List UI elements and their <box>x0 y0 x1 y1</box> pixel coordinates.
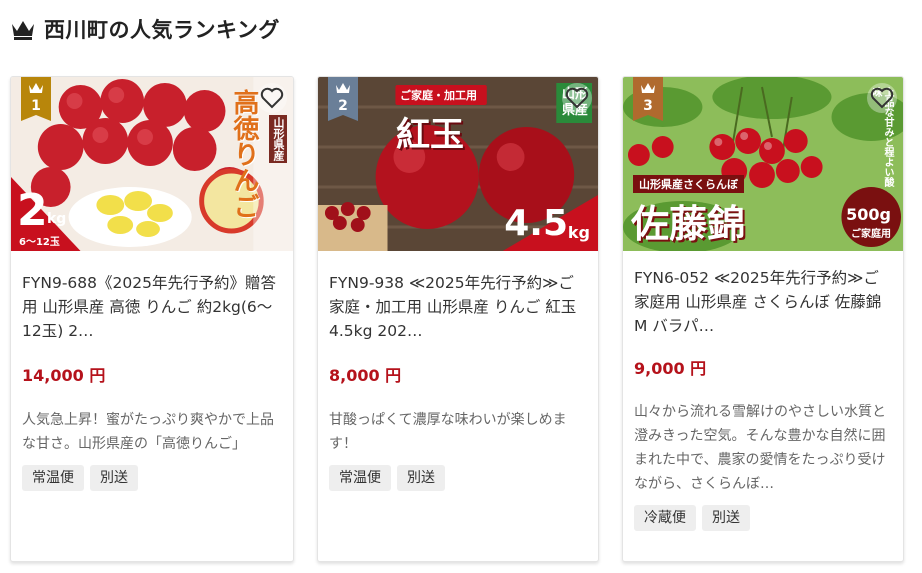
favorite-button[interactable] <box>257 83 287 113</box>
product-description: 山々から流れる雪解けのやさしい水質と澄みきった空気。そんな豊かな自然に囲まれた中… <box>634 404 886 492</box>
product-price: 8,000 円 <box>329 366 402 385</box>
product-description: 人気急上昇！蜜がたっぷり爽やかで上品な甘さ。山形県産の「高徳りんご」 <box>22 412 274 452</box>
image-title: 佐藤錦 <box>631 201 746 246</box>
tag-shipping-type: 冷蔵便 <box>634 505 696 531</box>
heart-icon <box>565 87 589 109</box>
favorite-button[interactable] <box>867 83 897 113</box>
product-image[interactable]: 2 ご家庭・加工用 紅玉 山形県産 4.5 kg <box>318 77 598 251</box>
product-image[interactable]: 1 高徳りんご 山形県産 2 kg 6〜12玉 <box>11 77 293 251</box>
tag-delivery: 別送 <box>397 465 445 491</box>
image-weight: 500g <box>846 205 891 224</box>
image-side-label: 山形県産 <box>269 115 287 163</box>
image-banner: ご家庭・加工用 <box>400 89 477 102</box>
ranking-card-3[interactable]: 3 山形県産さくらんぼ 佐藤錦 上品な甘みと程よい酸味 500g ご家庭用 FY… <box>622 76 904 562</box>
shipping-tags: 冷蔵便 別送 <box>634 505 891 531</box>
image-title: 高徳りんご <box>229 89 259 219</box>
rank-badge: 1 <box>21 77 51 121</box>
image-weight-unit: kg <box>567 223 590 242</box>
product-title[interactable]: FYN9-688《2025年先行予約》贈答用 山形県産 高徳 りんご 約2kg(… <box>22 271 281 343</box>
crown-icon <box>12 21 34 40</box>
page-title: 西川町の人気ランキング <box>44 18 280 42</box>
heart-icon <box>260 87 284 109</box>
product-title[interactable]: FYN6-052 ≪2025年先行予約≫ご家庭用 山形県産 さくらんぼ 佐藤錦 … <box>634 266 891 338</box>
product-price: 14,000 円 <box>22 366 106 385</box>
ranking-header: 西川町の人気ランキング <box>10 14 280 44</box>
shipping-tags: 常温便 別送 <box>329 465 586 491</box>
crown-icon <box>641 83 655 93</box>
tag-shipping-type: 常温便 <box>329 465 391 491</box>
image-title: 紅玉 <box>396 115 464 155</box>
tag-delivery: 別送 <box>702 505 750 531</box>
image-subtitle: 山形県産さくらんぼ <box>633 175 744 193</box>
product-description: 甘酸っぱくて濃厚な味わいが楽しめます！ <box>329 412 567 452</box>
product-price: 9,000 円 <box>634 359 707 378</box>
image-weight: 4.5 <box>504 203 568 244</box>
rank-badge: 3 <box>633 77 663 121</box>
crown-icon <box>336 83 350 93</box>
tag-shipping-type: 常温便 <box>22 465 84 491</box>
ranking-card-2[interactable]: 2 ご家庭・加工用 紅玉 山形県産 4.5 kg FYN9-938 ≪2025年… <box>317 76 599 562</box>
image-use: ご家庭用 <box>851 229 891 240</box>
crown-icon <box>29 83 43 93</box>
rank-badge: 2 <box>328 77 358 121</box>
heart-icon <box>870 87 894 109</box>
ranking-card-1[interactable]: 1 高徳りんご 山形県産 2 kg 6〜12玉 FYN9-688《2025年先行… <box>10 76 294 562</box>
image-weight-unit: kg <box>47 211 67 227</box>
image-count-range: 6〜12玉 <box>19 237 60 248</box>
image-weight: 2 <box>17 185 48 236</box>
ranking-list: 1 高徳りんご 山形県産 2 kg 6〜12玉 FYN9-688《2025年先行… <box>10 76 904 562</box>
shipping-tags: 常温便 別送 <box>22 465 281 491</box>
favorite-button[interactable] <box>562 83 592 113</box>
product-title[interactable]: FYN9-938 ≪2025年先行予約≫ご家庭・加工用 山形県産 りんご 紅玉 … <box>329 271 586 343</box>
tag-delivery: 別送 <box>90 465 138 491</box>
product-image[interactable]: 3 山形県産さくらんぼ 佐藤錦 上品な甘みと程よい酸味 500g ご家庭用 <box>623 77 903 251</box>
